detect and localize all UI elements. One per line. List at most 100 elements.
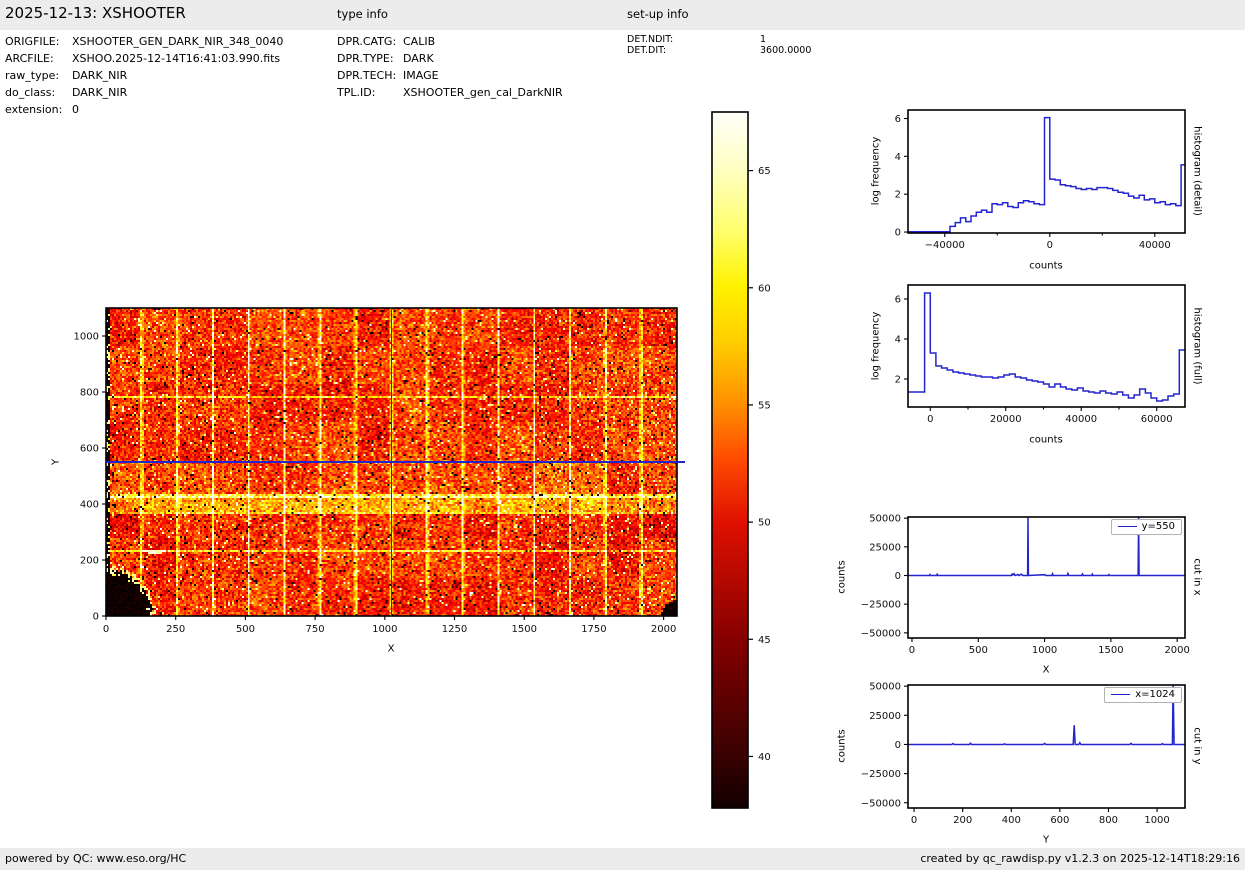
svg-text:45: 45 <box>758 635 771 646</box>
section-heading-type-info: type info <box>337 7 388 21</box>
field-value: XSHOO.2025-12-14T16:41:03.990.fits <box>72 52 281 65</box>
file-info-row-extension: extension: 0 <box>5 101 283 118</box>
type-info-row-tplid: TPL.ID: XSHOOTER_gen_cal_DarkNIR <box>337 84 563 101</box>
file-info-row-origfile: ORIGFILE: XSHOOTER_GEN_DARK_NIR_348_0040 <box>5 33 283 50</box>
field-label: DET.NDIT: <box>627 34 674 45</box>
svg-text:25000: 25000 <box>869 542 901 553</box>
svg-text:0: 0 <box>103 624 109 635</box>
svg-text:−50000: −50000 <box>861 798 901 809</box>
file-info-block: ORIGFILE: XSHOOTER_GEN_DARK_NIR_348_0040 … <box>5 33 283 118</box>
type-info-row-dprtype: DPR.TYPE: DARK <box>337 50 563 67</box>
type-info-row-dprtech: DPR.TECH: IMAGE <box>337 67 563 84</box>
svg-text:750: 750 <box>306 624 325 635</box>
field-value: 1 <box>760 34 767 45</box>
type-info-row-dprcatg: DPR.CATG: CALIB <box>337 33 563 50</box>
field-value: 0 <box>72 103 79 116</box>
legend-line-sample <box>1111 694 1131 695</box>
svg-text:−50000: −50000 <box>861 628 901 639</box>
svg-text:50: 50 <box>758 518 771 529</box>
file-info-row-doclass: do_class: DARK_NIR <box>5 84 283 101</box>
legend-label: y=550 <box>1141 521 1175 532</box>
svg-text:500: 500 <box>236 624 255 635</box>
svg-text:1000: 1000 <box>1144 815 1169 826</box>
svg-text:60000: 60000 <box>1141 414 1173 425</box>
svg-text:50000: 50000 <box>869 514 901 525</box>
svg-text:400: 400 <box>80 500 99 511</box>
field-label: DPR.TECH: <box>337 69 397 82</box>
field-value: IMAGE <box>403 69 439 82</box>
setup-info-row-ndit: DET.NDIT: 1 <box>627 34 811 45</box>
svg-text:50000: 50000 <box>869 682 901 693</box>
header-bar: 2025-12-13: XSHOOTER type info set-up in… <box>0 0 1245 30</box>
cut-x-xaxis-label: X <box>1042 664 1050 676</box>
cut-y-xaxis-label: Y <box>1042 834 1050 846</box>
svg-text:4: 4 <box>895 335 901 346</box>
svg-text:800: 800 <box>1099 815 1118 826</box>
svg-text:0: 0 <box>895 740 901 751</box>
svg-text:1500: 1500 <box>511 624 536 635</box>
svg-text:−40000: −40000 <box>925 240 965 251</box>
field-label: TPL.ID: <box>337 86 376 99</box>
svg-text:2000: 2000 <box>1164 645 1189 656</box>
hist-detail-side-label: histogram (detail) <box>1191 126 1203 216</box>
svg-text:65: 65 <box>758 166 771 177</box>
svg-text:0: 0 <box>93 612 99 623</box>
svg-text:20000: 20000 <box>990 414 1022 425</box>
field-label: extension: <box>5 103 63 116</box>
field-label: DPR.TYPE: <box>337 52 394 65</box>
svg-text:55: 55 <box>758 400 771 411</box>
crosshair-horizontal-line <box>106 461 685 463</box>
cut-y-side-label: cut in y <box>1191 727 1203 765</box>
legend-line-sample <box>1117 526 1137 527</box>
field-value: 3600.0000 <box>760 45 812 56</box>
svg-text:2: 2 <box>895 375 901 386</box>
svg-text:2: 2 <box>895 190 901 201</box>
svg-text:1500: 1500 <box>1098 645 1123 656</box>
svg-text:25000: 25000 <box>869 711 901 722</box>
field-label: do_class: <box>5 86 56 99</box>
svg-text:400: 400 <box>1002 815 1021 826</box>
svg-text:600: 600 <box>80 444 99 455</box>
file-info-row-arcfile: ARCFILE: XSHOO.2025-12-14T16:41:03.990.fi… <box>5 50 283 67</box>
svg-text:0: 0 <box>1047 240 1053 251</box>
field-value: XSHOOTER_GEN_DARK_NIR_348_0040 <box>72 35 284 48</box>
setup-info-block: DET.NDIT: 1 DET.DIT: 3600.0000 <box>627 34 811 56</box>
svg-text:0: 0 <box>895 228 901 239</box>
legend-label: x=1024 <box>1135 689 1175 700</box>
svg-text:40000: 40000 <box>1139 240 1171 251</box>
type-info-block: DPR.CATG: CALIB DPR.TYPE: DARK DPR.TECH: IM… <box>337 33 563 101</box>
cut-y-yaxis-label: counts <box>836 729 848 763</box>
svg-text:40: 40 <box>758 752 771 763</box>
svg-text:40000: 40000 <box>1065 414 1097 425</box>
svg-text:200: 200 <box>80 556 99 567</box>
svg-text:0: 0 <box>909 645 915 656</box>
svg-text:0: 0 <box>927 414 933 425</box>
crosshair-vertical-line <box>390 308 393 616</box>
image-yaxis-label: Y <box>50 458 62 466</box>
hist-detail-yaxis-label: log frequency <box>870 136 882 206</box>
file-info-row-rawtype: raw_type: DARK_NIR <box>5 67 283 84</box>
field-value: CALIB <box>403 35 436 48</box>
svg-text:500: 500 <box>969 645 988 656</box>
section-heading-setup-info: set-up info <box>627 7 689 21</box>
svg-text:−25000: −25000 <box>861 600 901 611</box>
cut-y-legend: x=1024 <box>1104 687 1182 703</box>
image-xaxis-label: X <box>387 643 395 655</box>
page-title: 2025-12-13: XSHOOTER <box>5 4 186 22</box>
hist-full-xaxis-label: counts <box>1029 434 1063 446</box>
field-label: DPR.CATG: <box>337 35 397 48</box>
hist-detail-xaxis-label: counts <box>1029 260 1063 272</box>
svg-text:1250: 1250 <box>442 624 467 635</box>
field-label: ARCFILE: <box>5 52 54 65</box>
field-value: XSHOOTER_gen_cal_DarkNIR <box>403 86 563 99</box>
field-label: raw_type: <box>5 69 60 82</box>
hist-full-yaxis-label: log frequency <box>870 311 882 381</box>
svg-text:600: 600 <box>1050 815 1069 826</box>
qc-report-page: 2025-12-13: XSHOOTER type info set-up in… <box>0 0 1245 870</box>
cut-x-legend: y=550 <box>1110 519 1182 535</box>
svg-text:−25000: −25000 <box>861 769 901 780</box>
svg-text:6: 6 <box>895 295 901 306</box>
svg-text:800: 800 <box>80 388 99 399</box>
field-value: DARK_NIR <box>72 86 128 99</box>
colorbar-gradient <box>712 112 748 808</box>
